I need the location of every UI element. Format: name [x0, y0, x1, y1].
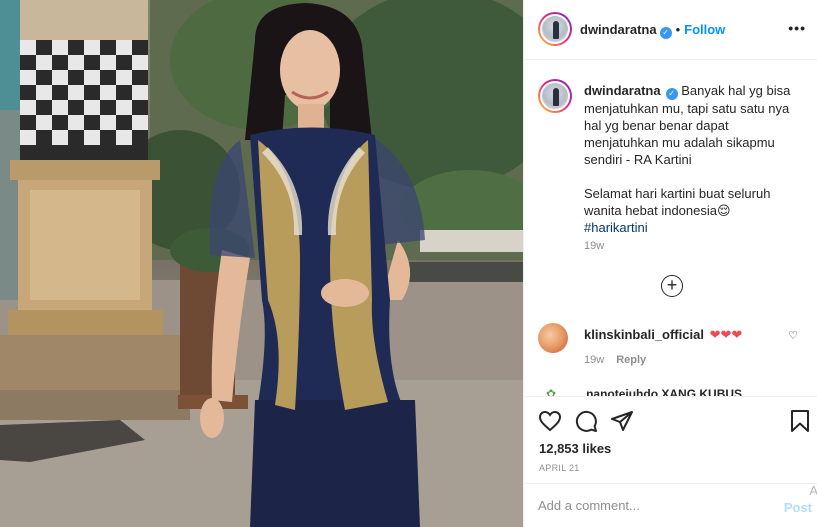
comment-timestamp[interactable]: 19w [584, 354, 604, 366]
header-username[interactable]: dwindaratna [580, 22, 657, 37]
heart-outline-icon[interactable]: ♡ [788, 329, 798, 342]
comment-text: klinskinbali_official ❤❤❤ [584, 327, 742, 343]
plus-circle-icon[interactable]: + [661, 275, 683, 297]
post-photo-illustration [0, 0, 523, 527]
caption-text: dwindaratna ✓ Banyak hal yg bisa menjatuh… [584, 82, 804, 236]
more-options-icon[interactable]: ••• [788, 20, 806, 36]
heart-icon[interactable] [538, 409, 562, 433]
verified-badge-icon: ✓ [665, 88, 678, 100]
caption-line: wanita hebat indonesia😌 [584, 203, 731, 218]
post-comment-button[interactable]: Post [784, 500, 812, 515]
comment-meta: 19w Reply [584, 354, 646, 366]
post-actions: 12,853 likes APRIL 21 Post A [524, 396, 817, 527]
commenter-username[interactable]: klinskinbali_official [584, 327, 704, 342]
follow-button[interactable]: Follow [684, 22, 725, 37]
add-comment-bar: Post [524, 483, 817, 527]
caption-avatar[interactable] [538, 79, 572, 113]
verified-badge-icon: ✓ [659, 27, 672, 39]
caption-line: Banyak hal yg bisa [681, 83, 791, 98]
author-avatar[interactable] [538, 12, 572, 46]
post-header: dwindaratna ✓ • Follow ••• [524, 0, 817, 60]
likes-count[interactable]: 12,853 likes [539, 441, 611, 456]
caption-timestamp[interactable]: 19w [584, 240, 604, 252]
post-date[interactable]: APRIL 21 [539, 463, 580, 473]
comment-icon[interactable] [574, 409, 598, 433]
header-separator: • [675, 22, 681, 37]
post-photo[interactable] [0, 0, 523, 527]
commenter-avatar-partial: ✿ [546, 387, 557, 396]
post-sidebar: dwindaratna ✓ • Follow ••• dwindaratna ✓ Ban… [523, 0, 817, 527]
reply-button[interactable]: Reply [616, 354, 646, 366]
edge-overlay-text: A [809, 483, 817, 498]
caption-line: Selamat hari kartini buat seluruh [584, 186, 771, 201]
caption-line: sendiri - RA Kartini [584, 152, 692, 167]
header-user-row: dwindaratna ✓ • Follow [580, 22, 725, 39]
comment-input[interactable] [538, 498, 738, 513]
caption-line: menjatuhkan mu, tapi satu satu nya [584, 101, 790, 116]
caption-line: menjatuhkan mu adalah sikapmu [584, 135, 775, 150]
caption-username[interactable]: dwindaratna [584, 83, 661, 98]
comment-hearts: ❤❤❤ [709, 327, 743, 342]
next-comment-text: nanotejuhdo XANG KUBUS [586, 387, 743, 396]
bookmark-icon[interactable] [788, 409, 812, 433]
commenter-avatar[interactable] [538, 323, 568, 353]
comments-scroll-area[interactable]: dwindaratna ✓ Banyak hal yg bisa menjatuh… [524, 61, 817, 396]
share-icon[interactable] [610, 409, 634, 433]
partial-next-comment: ✿ nanotejuhdo XANG KUBUS [546, 387, 786, 396]
caption-line: hal yg benar benar dapat [584, 118, 729, 133]
hashtag-link[interactable]: #harikartini [584, 220, 648, 235]
